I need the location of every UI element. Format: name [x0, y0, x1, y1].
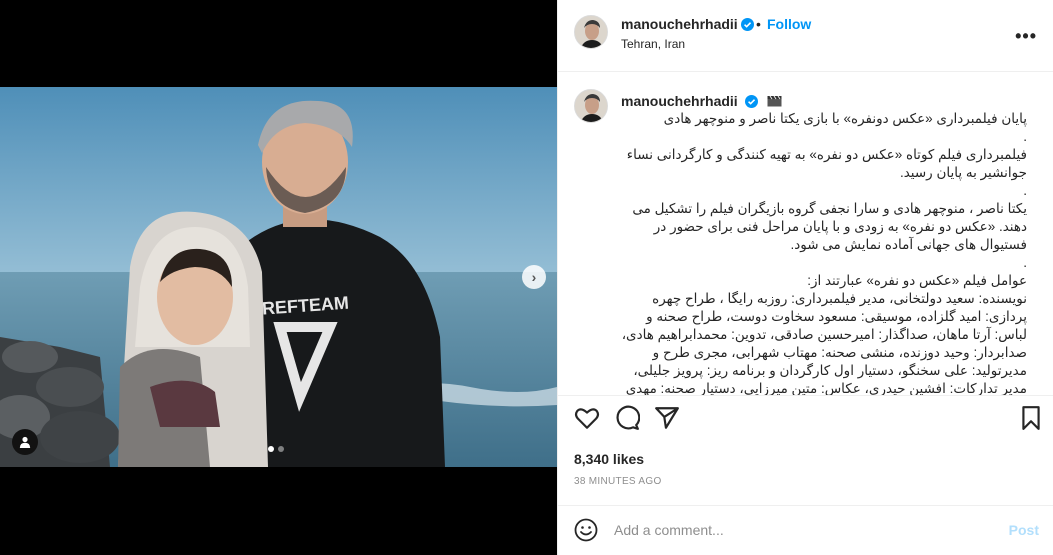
avatar-image: [575, 90, 607, 122]
comment-bar: Post: [558, 505, 1053, 555]
follow-button[interactable]: Follow: [767, 16, 811, 32]
caption-text: پایان فیلمبرداری «عکس دونفره» با بازی یک…: [621, 111, 1027, 396]
more-options-button[interactable]: •••: [1015, 26, 1037, 47]
avatar-image: [575, 16, 607, 48]
carousel-dot-active: [268, 446, 274, 452]
caption-section: manouchehrhadii پایان فیلمبرداری «عکس دو…: [558, 73, 1053, 396]
caption-avatar[interactable]: [574, 89, 608, 123]
post-photo[interactable]: REFTEAM: [0, 87, 557, 467]
caption-username[interactable]: manouchehrhadii: [621, 93, 738, 109]
comment-icon[interactable]: [614, 405, 640, 431]
header-separator: •: [756, 16, 761, 32]
caption-header: manouchehrhadii: [621, 93, 782, 111]
verified-badge-icon: [745, 95, 759, 108]
user-tag-icon: [19, 436, 31, 448]
like-count[interactable]: 8,340 likes: [574, 451, 644, 467]
carousel-dot: [278, 446, 284, 452]
bookmark-icon[interactable]: [1018, 405, 1044, 431]
heart-icon[interactable]: [574, 405, 600, 431]
post-media-viewer: REFTEAM ›: [0, 0, 557, 555]
post-photo-image: REFTEAM: [0, 87, 557, 467]
verified-badge-icon: [741, 18, 754, 31]
post-location[interactable]: Tehran, Iran: [621, 37, 685, 51]
chevron-right-icon: ›: [531, 269, 537, 285]
header-username[interactable]: manouchehrhadii: [621, 16, 738, 32]
emoji-icon[interactable]: [574, 518, 598, 542]
clapperboard-icon: [767, 95, 782, 107]
carousel-next-button[interactable]: ›: [522, 265, 546, 289]
tagged-users-button[interactable]: [12, 429, 38, 455]
carousel-indicator: [268, 446, 284, 452]
action-bar: [558, 405, 1053, 437]
share-icon[interactable]: [654, 405, 680, 431]
post-comment-button[interactable]: Post: [1009, 522, 1039, 538]
comment-input[interactable]: [614, 520, 984, 540]
post-header: manouchehrhadii • Follow Tehran, Iran ••…: [558, 0, 1053, 72]
post-timestamp[interactable]: 38 MINUTES AGO: [574, 476, 662, 487]
post-details-panel: manouchehrhadii • Follow Tehran, Iran ••…: [557, 0, 1053, 555]
avatar[interactable]: [574, 15, 608, 49]
